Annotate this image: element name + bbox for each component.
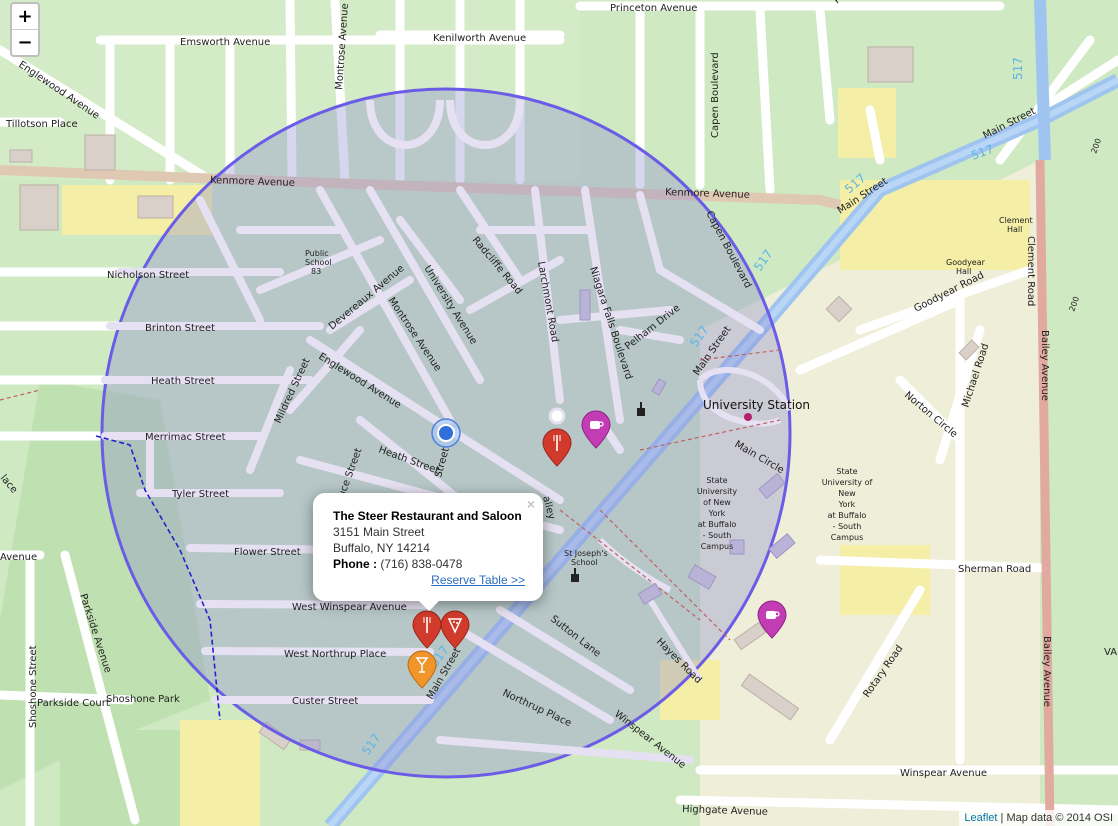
label-clement-road: Clement Road — [1025, 236, 1036, 306]
label-nicholson: Nicholson Street — [107, 270, 189, 281]
svg-text:New: New — [838, 489, 856, 498]
label-kenilworth: Kenilworth Avenue — [433, 33, 526, 44]
cafe-marker[interactable] — [580, 410, 612, 450]
label-parkside-court: Parkside Court — [37, 698, 110, 709]
attribution-text: Map data © 2014 OSI — [1006, 812, 1113, 824]
bar-marker[interactable] — [406, 650, 438, 690]
label-capen-top: Capen Boulevard — [710, 52, 721, 138]
svg-text:of New: of New — [703, 498, 731, 507]
cafe-marker-2[interactable] — [756, 600, 788, 640]
pizza-marker[interactable] — [439, 610, 471, 650]
label-goodyear-hall-1: Goodyear — [946, 258, 986, 267]
svg-text:University of: University of — [822, 478, 873, 487]
map-attribution: Leaflet | Map data © 2014 OSI — [959, 810, 1118, 826]
label-avenue-left: Avenue — [0, 552, 37, 563]
label-tillotson: Tillotson Place — [5, 119, 78, 130]
label-university-station: University Station — [703, 398, 810, 412]
popup-phone-label: Phone : — [333, 557, 377, 571]
popup-phone: Phone : (716) 838-0478 — [333, 556, 523, 572]
label-va: VA — [1104, 647, 1117, 658]
label-tyler: Tyler Street — [171, 489, 229, 500]
label-bailey-2: Bailey Avenue — [1041, 636, 1052, 707]
svg-text:York: York — [838, 500, 856, 509]
label-custer: Custer Street — [292, 696, 358, 707]
zoom-out-button[interactable]: − — [12, 30, 38, 55]
label-west-winspear: West Winspear Avenue — [292, 602, 407, 613]
label-shoshone-street: Shoshone Street — [28, 645, 39, 728]
popup-place-name: The Steer Restaurant and Saloon — [333, 509, 522, 523]
label-winspear: Winspear Avenue — [900, 768, 987, 779]
svg-text:at Buffalo: at Buffalo — [828, 511, 867, 520]
label-goodyear-hall-2: Hall — [956, 267, 971, 276]
popup-close-button[interactable]: × — [527, 496, 535, 512]
map[interactable]: Princeton Avenue Emsworth Avenue Kenilwo… — [0, 0, 1118, 826]
popup-address-line-2: Buffalo, NY 14214 — [333, 541, 430, 555]
popup-tip — [418, 600, 440, 611]
label-shoshone: Shoshone Park — [106, 694, 180, 705]
svg-text:State: State — [706, 476, 727, 485]
svg-text:University: University — [697, 487, 738, 496]
svg-text:- South: - South — [703, 531, 732, 540]
zoom-in-button[interactable]: + — [12, 4, 38, 30]
svg-text:Campus: Campus — [831, 533, 864, 542]
restaurant-marker[interactable] — [541, 428, 573, 468]
label-public-school-1: Public — [305, 249, 329, 258]
label-public-school-3: 83 — [311, 267, 321, 276]
label-sherman: Sherman Road — [958, 564, 1031, 575]
reserve-table-link[interactable]: Reserve Table >> — [333, 572, 525, 588]
route-label-1: 517 — [1011, 57, 1025, 80]
place-popup: × The Steer Restaurant and Saloon 3151 M… — [313, 493, 543, 611]
label-st-josephs-2: School — [571, 558, 598, 567]
label-flower: Flower Street — [234, 547, 301, 558]
svg-text:State: State — [836, 467, 857, 476]
leaflet-link[interactable]: Leaflet — [964, 812, 997, 824]
label-merrimac: Merrimac Street — [145, 432, 226, 443]
label-st-josephs-1: St Joseph's — [564, 549, 608, 558]
label-clement-hall-1: Clement — [999, 216, 1033, 225]
svg-text:at Buffalo: at Buffalo — [698, 520, 737, 529]
label-clement-hall-2: Hall — [1007, 225, 1022, 234]
zoom-control: + − — [10, 2, 40, 57]
label-bailey-1: Bailey Avenue — [1039, 330, 1050, 401]
label-emsworth: Emsworth Avenue — [180, 37, 270, 48]
label-west-northrup: West Northrup Place — [284, 649, 386, 660]
popup-phone-number: (716) 838-0478 — [377, 557, 463, 571]
label-heath: Heath Street — [151, 376, 215, 387]
label-princeton: Princeton Avenue — [610, 3, 697, 14]
current-location-dot[interactable] — [437, 424, 455, 442]
popup-content: The Steer Restaurant and Saloon 3151 Mai… — [333, 508, 525, 588]
map-tiles: Princeton Avenue Emsworth Avenue Kenilwo… — [0, 0, 1118, 826]
popup-address-line-1: 3151 Main Street — [333, 525, 425, 539]
label-public-school-2: School — [305, 258, 332, 267]
label-brinton: Brinton Street — [145, 323, 215, 334]
svg-text:York: York — [708, 509, 726, 518]
svg-text:- South: - South — [833, 522, 862, 531]
svg-text:Campus: Campus — [701, 542, 734, 551]
